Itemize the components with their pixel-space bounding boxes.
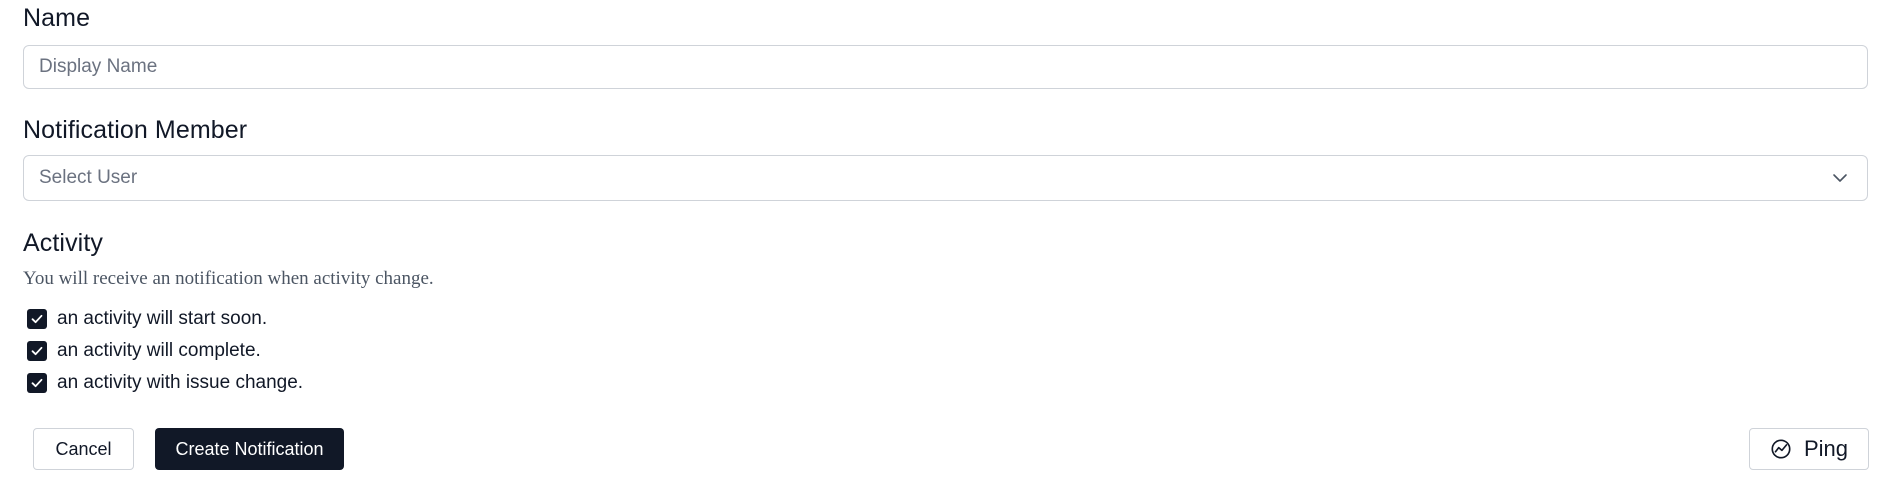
notification-member-label: Notification Member	[23, 116, 248, 144]
notification-form: Name Notification Member Select User Act…	[0, 0, 1892, 496]
activity-option-start-soon[interactable]: an activity will start soon.	[27, 308, 267, 330]
activity-option-label: an activity will start soon.	[57, 308, 268, 329]
activity-helper-text: You will receive an notification when ac…	[23, 268, 434, 289]
activity-option-issue-change[interactable]: an activity with issue change.	[27, 372, 303, 394]
select-user-dropdown[interactable]: Select User	[23, 155, 1868, 201]
checkbox-complete[interactable]	[27, 341, 47, 361]
activity-option-label: an activity with issue change.	[57, 372, 304, 393]
check-icon	[31, 314, 43, 324]
ping-label: Ping	[1803, 436, 1849, 461]
check-icon	[31, 346, 43, 356]
select-user-placeholder: Select User	[39, 167, 138, 188]
activity-option-label: an activity will complete.	[57, 340, 261, 361]
ping-button[interactable]: Ping	[1749, 428, 1869, 470]
ping-icon	[1771, 439, 1791, 459]
chevron-down-icon	[1833, 174, 1847, 182]
cancel-button[interactable]: Cancel	[33, 428, 134, 470]
create-notification-button[interactable]: Create Notification	[155, 428, 344, 470]
name-label: Name	[23, 4, 91, 32]
activity-label: Activity	[23, 229, 103, 257]
checkbox-start-soon[interactable]	[27, 309, 47, 329]
display-name-input[interactable]	[23, 45, 1868, 89]
check-icon	[31, 378, 43, 388]
activity-option-complete[interactable]: an activity will complete.	[27, 340, 261, 362]
checkbox-issue-change[interactable]	[27, 373, 47, 393]
